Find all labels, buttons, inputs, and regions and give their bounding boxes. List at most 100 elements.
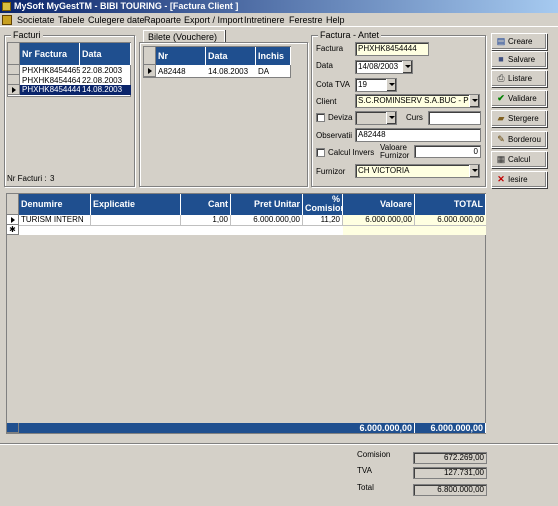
iesire-button[interactable]: ✕ Iesire <box>491 171 547 188</box>
bilete-row-0-inchis[interactable]: DA <box>258 67 290 76</box>
deviza-checkbox[interactable] <box>316 113 325 122</box>
borderou-button[interactable]: ✎ Borderou <box>491 131 547 148</box>
factura-field[interactable]: PHXHK8454444 <box>355 42 429 56</box>
row-pointer-icon <box>12 87 16 93</box>
valoare-furnizor-label: Valoare Furnizor <box>380 143 410 160</box>
tva-field: 127.731,00 <box>413 467 487 479</box>
detail-col-explicatie[interactable]: Explicatie <box>91 194 181 215</box>
furnizor-label: Furnizor <box>316 167 346 176</box>
detail-new-row-values[interactable] <box>343 225 486 235</box>
listare-button[interactable]: ⎙ Listare <box>491 70 547 87</box>
detail-footer-valoare: 6.000.000,00 <box>343 423 415 433</box>
bilete-row-0-data[interactable]: 14.08.2003 <box>208 67 256 76</box>
facturi-grid[interactable]: Nr Factura Data PHXHK8454465 22.08.2003 … <box>7 42 131 97</box>
detail-row-0-comision[interactable]: 11,20 <box>303 215 343 225</box>
facturi-row-1-nr[interactable]: PHXHK8454464 <box>22 76 80 85</box>
menu-culegere-date[interactable]: Culegere date <box>88 13 145 27</box>
calcul-invers-checkbox[interactable] <box>316 148 325 157</box>
curs-field[interactable] <box>428 111 481 125</box>
detail-row-0-explicatie[interactable] <box>91 215 181 225</box>
save-icon: ■ <box>498 54 504 64</box>
system-menu-icon[interactable] <box>2 15 12 25</box>
facturi-col-data[interactable]: Data <box>80 43 131 65</box>
bilete-col-data[interactable]: Data <box>206 47 256 65</box>
detail-col-denumire[interactable]: Denumire <box>19 194 91 215</box>
detail-col-valoare[interactable]: Valoare <box>343 194 415 215</box>
facturi-row-0-nr[interactable]: PHXHK8454465 <box>22 66 80 75</box>
facturi-col-nr[interactable]: Nr Factura <box>20 43 80 65</box>
valoare-furnizor-field[interactable]: 0 <box>414 145 481 158</box>
client-dropdown-icon[interactable] <box>469 95 479 107</box>
curs-label: Curs <box>406 113 423 122</box>
furnizor-dropdown-icon[interactable] <box>469 165 479 177</box>
close-icon: ✕ <box>497 174 505 184</box>
detail-row-0-denumire[interactable]: TURISM INTERN <box>19 215 91 225</box>
menu-tabele[interactable]: Tabele <box>58 13 85 27</box>
factura-label: Factura <box>316 44 344 53</box>
new-icon: ▤ <box>496 36 506 46</box>
new-row-icon: ✱ <box>7 225 19 235</box>
bilete-col-inchis[interactable]: Inchis <box>256 47 291 65</box>
data-field[interactable]: 14/08/2003 <box>355 60 413 74</box>
menu-help[interactable]: Help <box>326 13 345 27</box>
detail-row-0-pret[interactable]: 6.000.000,00 <box>231 215 303 225</box>
check-icon: ✔ <box>497 93 505 103</box>
tva-label: TVA <box>357 466 372 475</box>
detail-footer-total: 6.000.000,00 <box>415 423 486 433</box>
comision-label: Comision <box>357 450 391 459</box>
facturi-count-value: 3 <box>50 174 55 183</box>
deviza-select[interactable] <box>355 111 397 125</box>
detail-row-0-valoare[interactable]: 6.000.000,00 <box>343 215 415 225</box>
calcul-button[interactable]: ▦ Calcul <box>491 151 547 168</box>
cota-dropdown-icon[interactable] <box>386 79 396 91</box>
menu-ferestre[interactable]: Ferestre <box>289 13 323 27</box>
client-select[interactable]: S.C.ROMINSERV S.A.BUC - PL <box>355 94 480 108</box>
data-dropdown-icon[interactable] <box>402 61 412 73</box>
detail-row-0-total[interactable]: 6.000.000,00 <box>415 215 486 225</box>
detail-col-comision[interactable]: % Comision <box>303 194 346 215</box>
data-label: Data <box>316 61 333 70</box>
detail-row-0-cant[interactable]: 1,00 <box>181 215 231 225</box>
comision-field: 672.269,00 <box>413 452 487 464</box>
bilete-grid[interactable]: Nr Data Inchis A82448 14.08.2003 DA <box>143 46 291 78</box>
print-icon: ⎙ <box>497 73 505 83</box>
total-label: Total <box>357 483 374 492</box>
calculator-icon: ▦ <box>496 154 506 164</box>
deviza-dropdown-icon[interactable] <box>386 112 396 124</box>
stergere-button[interactable]: ▰ Stergere <box>491 110 547 127</box>
menu-societate[interactable]: Societate <box>17 13 55 27</box>
detail-footer-bar <box>19 423 343 433</box>
row-pointer-icon <box>11 217 15 223</box>
bilete-row-0-nr[interactable]: A82448 <box>158 67 206 76</box>
app-icon <box>2 2 11 11</box>
facturi-row-2-nr[interactable]: PHXHK8454444 <box>20 85 80 95</box>
observatii-field[interactable]: A82448 <box>355 128 481 142</box>
bilete-col-nr[interactable]: Nr <box>156 47 206 65</box>
observatii-label: Observatii <box>316 131 353 140</box>
creare-button[interactable]: ▤ Creare <box>491 33 547 50</box>
facturi-count-label: Nr Facturi : <box>7 174 47 183</box>
calcul-invers-label: Calcul Invers <box>328 148 375 157</box>
salvare-button[interactable]: ■ Salvare <box>491 51 547 68</box>
detail-new-row[interactable] <box>19 225 343 235</box>
facturi-group-label: Facturi <box>11 30 43 40</box>
cota-tva-select[interactable]: 19 <box>355 78 397 92</box>
detail-col-cant[interactable]: Cant <box>181 194 231 215</box>
menu-rapoarte[interactable]: Rapoarte <box>144 13 181 27</box>
pen-icon: ✎ <box>497 134 505 144</box>
menu-intretinere[interactable]: Intretinere <box>244 13 285 27</box>
facturi-row-0-data[interactable]: 22.08.2003 <box>82 66 131 75</box>
title-bar: MySoft MyGestTM - BIBI TOURING - [Factur… <box>0 0 558 13</box>
detail-grid[interactable]: Denumire Explicatie Cant Pret Unitar % C… <box>6 193 486 434</box>
row-pointer-icon <box>148 68 152 74</box>
furnizor-select[interactable]: CH VICTORIA <box>355 164 480 178</box>
detail-col-total[interactable]: TOTAL <box>415 194 486 215</box>
menu-bar: Societate Tabele Culegere date Rapoarte … <box>0 13 558 27</box>
menu-export-import[interactable]: Export / Import <box>184 13 243 27</box>
facturi-row-1-data[interactable]: 22.08.2003 <box>82 76 131 85</box>
validare-button[interactable]: ✔ Validare <box>491 90 547 107</box>
facturi-row-2-data[interactable]: 14.08.2003 <box>80 85 131 95</box>
detail-col-pret[interactable]: Pret Unitar <box>231 194 303 215</box>
client-label: Client <box>316 97 337 106</box>
deviza-label: Deviza <box>328 113 353 122</box>
